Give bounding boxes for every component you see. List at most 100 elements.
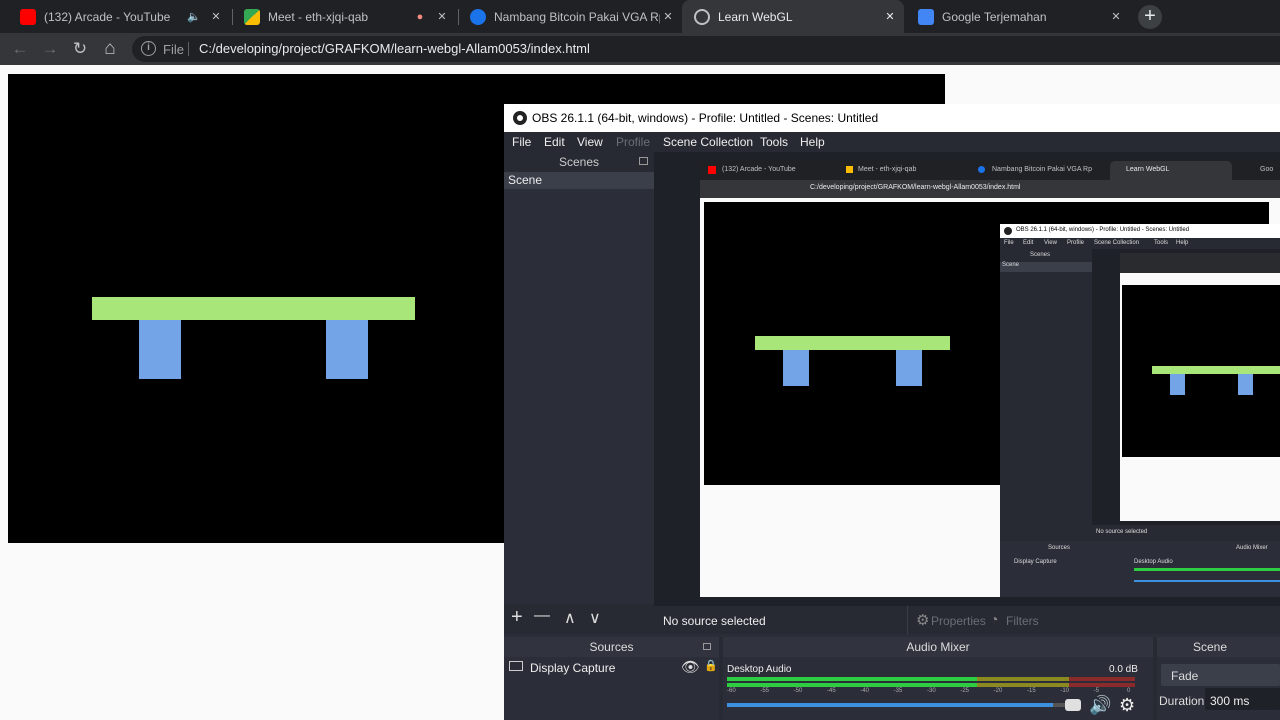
move-scene-down-button[interactable]: ∨ xyxy=(589,608,601,628)
meter-tick-label: -35 xyxy=(893,688,903,694)
url-text[interactable]: C:/developing/project/GRAFKOM/learn-webg… xyxy=(199,41,590,56)
right-leg-shape xyxy=(326,320,368,379)
meet-icon xyxy=(846,166,853,173)
obs-logo-icon xyxy=(1004,227,1012,235)
menu-edit[interactable]: Edit xyxy=(544,135,565,149)
remove-scene-button[interactable]: — xyxy=(534,607,550,625)
nested-url: C:/developing/project/GRAFKOM/learn-webg… xyxy=(810,184,1021,191)
home-button[interactable]: ⌂ xyxy=(98,37,122,61)
meter-tick-label: -10 xyxy=(1060,688,1069,694)
audio-mixer: Desktop Audio 0.0 dB -60 -55 -50 -45 -40 -35-… xyxy=(723,657,1153,720)
nested-obs-title-bar: OBS 26.1.1 (64-bit, windows) - Profile: … xyxy=(1000,224,1280,238)
info-icon[interactable]: i xyxy=(141,41,156,56)
menu-profile[interactable]: Profile xyxy=(616,135,650,149)
nested-menu-view: View xyxy=(1044,240,1057,246)
audio-meter-yellow xyxy=(977,677,1069,681)
tab-learn-webgl[interactable]: Learn WebGL ✕ xyxy=(682,0,904,33)
obs-logo-icon xyxy=(513,111,527,125)
nested-scene-item: Scene xyxy=(1000,262,1092,272)
close-icon[interactable]: ✕ xyxy=(882,10,898,23)
close-icon[interactable]: ✕ xyxy=(208,10,224,23)
preview-capture: (132) Arcade - YouTube Meet - eth-xjqi-q… xyxy=(700,161,1280,597)
address-bar[interactable]: i File C:/developing/project/GRAFKOM/lea… xyxy=(132,36,1280,62)
menu-file[interactable]: File xyxy=(512,135,531,149)
tab-title: (132) Arcade - YouTube xyxy=(44,9,171,24)
scene-item[interactable]: Scene xyxy=(504,172,654,189)
eye-icon[interactable]: 👁 xyxy=(681,658,700,676)
tab-google-translate[interactable]: Google Terjemahan ✕ xyxy=(906,0,1130,33)
volume-slider-track[interactable] xyxy=(727,699,1081,711)
nested-channel-name: Desktop Audio xyxy=(1134,559,1173,565)
volume-slider-handle[interactable] xyxy=(1065,699,1081,711)
source-item[interactable]: Display Capture 👁 🔒 xyxy=(504,659,719,677)
nested-sources-title: Sources xyxy=(1048,545,1071,551)
lock-icon[interactable]: 🔒 xyxy=(704,659,718,672)
scene-list: Scene xyxy=(504,172,654,604)
close-icon[interactable]: ✕ xyxy=(434,10,450,23)
back-button[interactable]: ← xyxy=(8,37,32,61)
meter-tick-label: -30 xyxy=(927,688,936,694)
speaker-icon[interactable]: 🔊 xyxy=(1089,695,1111,716)
translate-icon xyxy=(918,8,934,25)
transition-value: Fade xyxy=(1171,669,1199,683)
nested-right-leg-shape xyxy=(896,350,922,386)
nested-tab-title: (132) Arcade - YouTube xyxy=(722,166,796,173)
tab-bitcoin[interactable]: Nambang Bitcoin Pakai VGA Rp 7 ✕ xyxy=(458,0,682,33)
speaker-icon[interactable]: 🔈 xyxy=(186,10,202,23)
meter-tick-label: -40 xyxy=(860,688,869,694)
properties-button[interactable]: Properties xyxy=(931,614,986,628)
nested-menu-profile: Profile xyxy=(1067,240,1085,246)
scene-controls: + — ∧ ∨ xyxy=(504,606,654,634)
audio-mixer-title: Audio Mixer xyxy=(723,637,1153,657)
menu-tools[interactable]: Tools xyxy=(760,135,788,149)
obs-window: OBS 26.1.1 (64-bit, windows) - Profile: … xyxy=(504,104,1280,720)
page-icon xyxy=(470,8,486,25)
filters-button[interactable]: Filters xyxy=(1006,614,1039,628)
meter-tick-label: -25 xyxy=(960,688,969,694)
forward-button[interactable]: → xyxy=(38,37,62,61)
undock-icon[interactable] xyxy=(703,643,711,650)
tab-title: Google Terjemahan xyxy=(942,9,1047,24)
bottom-docks: Sources Display Capture 👁 🔒 Audio Mixer … xyxy=(504,637,1280,720)
channel-name: Desktop Audio xyxy=(727,664,792,675)
menu-view[interactable]: View xyxy=(577,135,603,149)
meter-tick-label: -15 xyxy=(1027,688,1036,694)
tab-meet[interactable]: Meet - eth-xjqi-qab ● ✕ xyxy=(232,0,456,33)
duration-input[interactable]: 300 ms xyxy=(1205,688,1280,710)
meter-tick-label: -45 xyxy=(827,688,836,694)
tabletop-shape xyxy=(92,297,415,320)
filters-icon: ◔ xyxy=(990,611,999,627)
close-icon[interactable]: ✕ xyxy=(660,10,676,23)
nested-nested-canvas xyxy=(1122,285,1280,457)
gear-icon[interactable]: ⚙ xyxy=(1119,695,1135,716)
source-name: Display Capture xyxy=(530,661,616,675)
nested-nested-capture xyxy=(1120,253,1280,521)
nested-nested-tabletop-shape xyxy=(1152,366,1280,374)
add-scene-button[interactable]: + xyxy=(511,606,523,629)
tab-title: Nambang Bitcoin Pakai VGA Rp 7 xyxy=(494,9,660,24)
nested-audio-meter xyxy=(1134,568,1280,571)
nested-preview xyxy=(1092,249,1280,525)
nested-scenes-dock: Scenes Scene xyxy=(1000,249,1092,525)
transition-select[interactable]: Fade xyxy=(1161,664,1280,686)
browser-tab-strip: (132) Arcade - YouTube 🔈 ✕ Meet - eth-xj… xyxy=(0,0,1280,33)
nested-menu-edit: Edit xyxy=(1023,240,1034,246)
audio-meter-track-2 xyxy=(727,683,1135,687)
move-scene-up-button[interactable]: ∧ xyxy=(564,608,576,628)
nested-tab-title: Nambang Bitcoin Pakai VGA Rp xyxy=(992,166,1092,173)
menu-scene-collection[interactable]: Scene Collection xyxy=(663,135,753,149)
undock-icon[interactable] xyxy=(639,157,648,165)
nested-mixer-dock: Audio Mixer Desktop Audio xyxy=(1130,543,1280,597)
scene-transitions: Fade Duration 300 ms xyxy=(1157,657,1280,720)
nested-mixer-title: Audio Mixer xyxy=(1236,545,1268,551)
reload-button[interactable]: ↻ xyxy=(68,37,92,61)
youtube-icon xyxy=(708,166,716,174)
new-tab-button[interactable]: + xyxy=(1138,5,1162,29)
audio-meter-yellow xyxy=(977,683,1069,687)
close-icon[interactable]: ✕ xyxy=(1108,10,1124,23)
menu-help[interactable]: Help xyxy=(800,135,825,149)
obs-preview: (132) Arcade - YouTube Meet - eth-xjqi-q… xyxy=(654,152,1280,606)
audio-meter-red xyxy=(1069,683,1135,687)
duration-value: 300 ms xyxy=(1210,694,1250,708)
tab-youtube[interactable]: (132) Arcade - YouTube 🔈 ✕ xyxy=(8,0,230,33)
